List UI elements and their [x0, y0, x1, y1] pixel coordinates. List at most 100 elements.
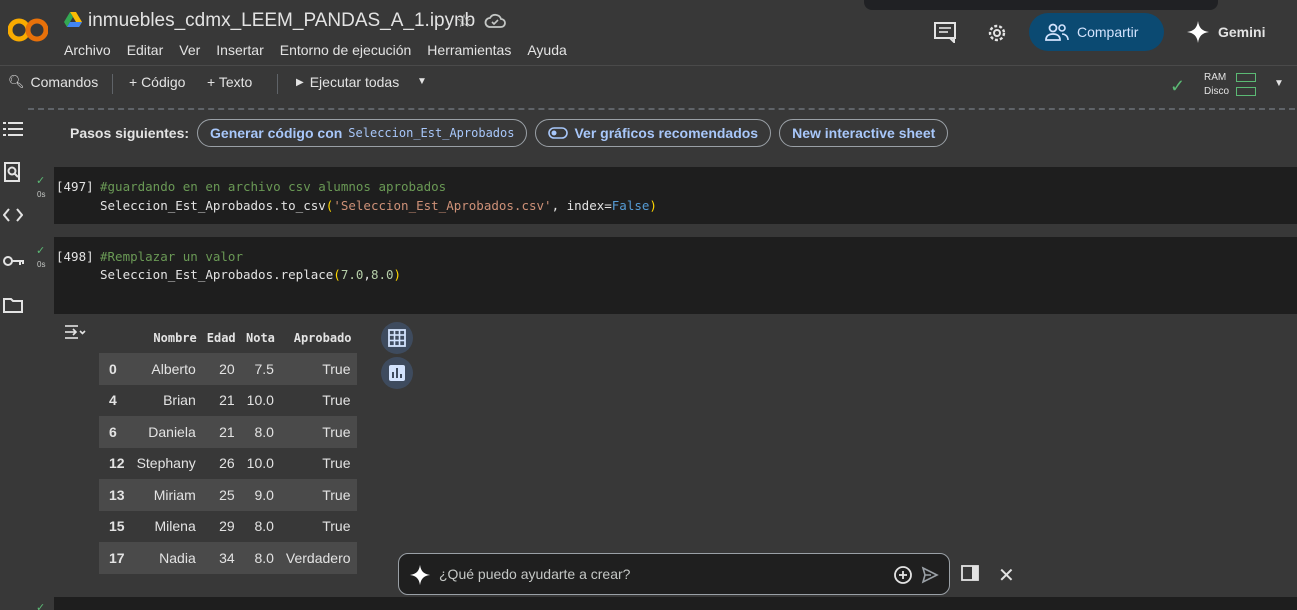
gemini-prompt-bar[interactable]: ¿Qué puedo ayudarte a crear?: [398, 553, 950, 595]
cell-edad: 29: [219, 518, 235, 535]
cloud-saved-icon[interactable]: [484, 12, 506, 30]
disk-label: Disco: [1204, 86, 1230, 97]
cell-nota: 8.0: [254, 518, 274, 535]
cell-nota: 9.0: [240, 479, 280, 511]
code-line[interactable]: Seleccion_Est_Aprobados.replace(7.0,8.0): [100, 265, 401, 284]
recommended-charts-chip[interactable]: Ver gráficos recomendados: [535, 119, 772, 147]
cell-nombre: Brian: [163, 392, 196, 409]
row-index: 4: [109, 392, 117, 409]
toolbar-divider: [112, 74, 113, 94]
menu-editar[interactable]: Editar: [127, 42, 164, 58]
drive-icon[interactable]: [64, 12, 82, 28]
menu-entorno[interactable]: Entorno de ejecución: [280, 42, 412, 58]
code-line[interactable]: Seleccion_Est_Aprobados.to_csv('Seleccio…: [100, 196, 657, 215]
cell-nombre: Miriam: [130, 479, 202, 511]
code-line[interactable]: #Remplazar un valor: [100, 247, 243, 266]
search-icon: 🔍︎: [8, 74, 25, 89]
row-index: 6: [99, 416, 131, 448]
table-icon: [388, 329, 406, 347]
code-cell[interactable]: [54, 597, 1297, 610]
gear-icon[interactable]: [985, 21, 1009, 45]
table-row: 13 Miriam 25 9.0 True: [99, 479, 357, 511]
code-cell[interactable]: [497] #guardando en en archivo csv alumn…: [54, 167, 1297, 224]
add-text-button[interactable]: + Texto: [207, 74, 252, 90]
cell-nombre: Daniela: [130, 416, 202, 448]
add-circle-icon[interactable]: [893, 565, 913, 585]
cell-edad: 21: [201, 416, 241, 448]
resource-monitor[interactable]: ✓ RAM Disco ▼: [1170, 70, 1290, 98]
toolbar-divider: [277, 74, 278, 94]
app-header: inmuebles_cdmx_LEEM_PANDAS_A_1.ipynb ☆ A…: [0, 0, 1297, 65]
notebook-title[interactable]: inmuebles_cdmx_LEEM_PANDAS_A_1.ipynb: [88, 10, 475, 32]
cell-nota: 8.0: [240, 542, 280, 574]
gemini-sparkle-icon: [1187, 21, 1209, 43]
gemini-button[interactable]: Gemini: [1186, 20, 1265, 44]
cell-exec-count: [498]: [56, 249, 94, 264]
menu-insertar[interactable]: Insertar: [216, 42, 263, 58]
cell-run-check-icon[interactable]: ✓: [36, 174, 45, 187]
close-icon[interactable]: ✕: [998, 563, 1015, 588]
table-row: 12 Stephany 26 10.0 True: [99, 448, 357, 480]
code-text: , index=: [551, 198, 612, 213]
star-icon[interactable]: ☆: [456, 11, 472, 32]
connected-check-icon: ✓: [1170, 76, 1186, 96]
cell-edad: 20: [201, 353, 241, 385]
people-icon: [1045, 23, 1069, 41]
code-cell[interactable]: [498] #Remplazar un valor Seleccion_Est_…: [54, 237, 1297, 314]
code-keyword: False: [611, 198, 650, 213]
menu-archivo[interactable]: Archivo: [64, 42, 111, 58]
cell-run-check-icon[interactable]: ✓: [36, 244, 45, 257]
table-view-button[interactable]: [381, 322, 413, 354]
folder-icon[interactable]: [3, 297, 23, 313]
row-index: 13: [99, 479, 131, 511]
ram-bar: [1236, 73, 1256, 82]
generate-code-chip[interactable]: Generar código con Seleccion_Est_Aprobad…: [197, 119, 528, 147]
run-all-button[interactable]: ▶ Ejecutar todas: [296, 74, 399, 90]
code-paren: ): [649, 198, 657, 213]
side-panel-icon[interactable]: [961, 564, 979, 582]
cell-nombre: Milena: [154, 518, 196, 535]
code-line[interactable]: #guardando en en archivo csv alumnos apr…: [100, 177, 446, 196]
prompt-input[interactable]: ¿Qué puedo ayudarte a crear?: [439, 566, 630, 582]
code-text: ,: [363, 267, 371, 282]
chart-suggest-button[interactable]: [381, 357, 413, 389]
next-steps-bar: Pasos siguientes: Generar código con Sel…: [70, 119, 956, 147]
toc-icon[interactable]: [3, 120, 23, 138]
add-code-button[interactable]: + Código: [129, 74, 185, 90]
colab-logo[interactable]: [8, 16, 48, 44]
cell-exec-time: 0s: [37, 190, 46, 199]
run-all-dropdown-icon[interactable]: ▼: [417, 76, 427, 87]
send-icon[interactable]: [921, 566, 939, 584]
cell-edad: 26: [219, 455, 235, 472]
cell-run-check-icon[interactable]: ✓: [36, 601, 45, 610]
interactive-sheet-chip[interactable]: New interactive sheet: [779, 119, 949, 147]
share-button[interactable]: Compartir: [1029, 13, 1164, 51]
find-icon[interactable]: [3, 162, 23, 182]
menu-ver[interactable]: Ver: [179, 42, 200, 58]
cell-aprobado: True: [279, 479, 357, 511]
menu-ayuda[interactable]: Ayuda: [527, 42, 566, 58]
code-string: 'Seleccion_Est_Aprobados.csv': [333, 198, 552, 213]
gemini-sparkle-icon: [409, 564, 431, 586]
row-index: 12: [109, 455, 125, 472]
comment-icon[interactable]: [933, 21, 957, 43]
code-comment: #Remplazar un valor: [100, 249, 243, 264]
toggle-icon: [548, 127, 569, 139]
cell-edad: 21: [219, 392, 235, 409]
commands-button[interactable]: 🔍︎ Comandos: [8, 74, 98, 90]
menu-herramientas[interactable]: Herramientas: [427, 42, 511, 58]
column-header: Edad: [206, 330, 236, 345]
table-row: 4 Brian 21 10.0 True: [99, 385, 357, 417]
cell-edad: 34: [201, 542, 241, 574]
code-text: Seleccion_Est_Aprobados.replace: [100, 267, 334, 282]
cell-aprobado: True: [322, 455, 351, 472]
column-header: Nombre: [153, 330, 197, 345]
cell-exec-time: 0s: [37, 260, 46, 269]
cell-divider: [28, 108, 1295, 110]
code-snippets-icon[interactable]: [3, 208, 23, 222]
output-actions-icon[interactable]: [64, 323, 86, 341]
row-index: 15: [109, 518, 125, 535]
runtime-dropdown-icon[interactable]: ▼: [1274, 78, 1284, 89]
key-icon[interactable]: [3, 254, 25, 268]
code-paren: (: [333, 267, 341, 282]
